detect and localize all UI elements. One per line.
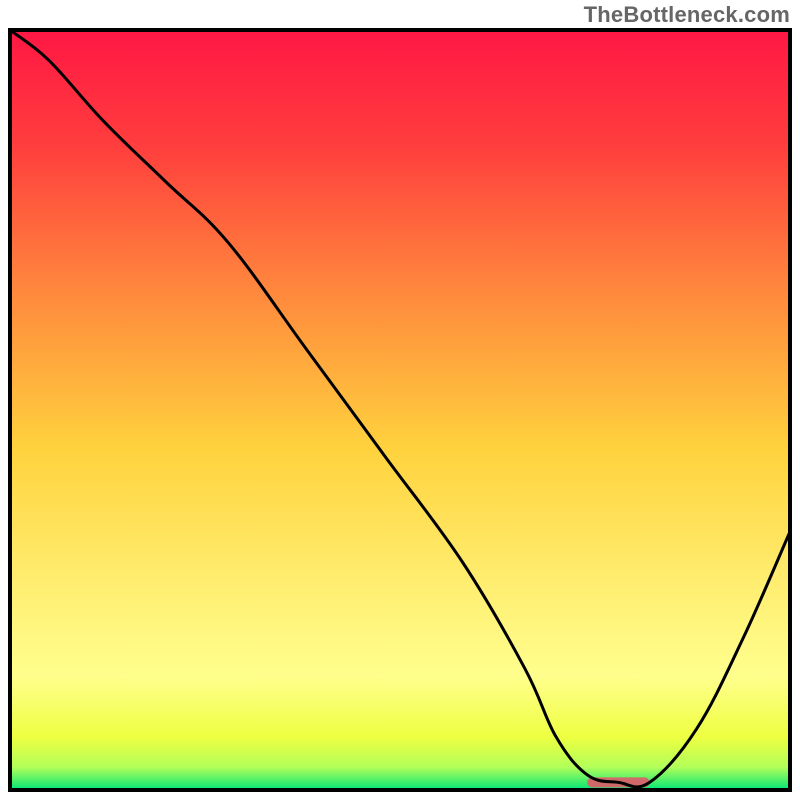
chart-svg [0, 0, 800, 800]
chart-container: TheBottleneck.com [0, 0, 800, 800]
watermark-text: TheBottleneck.com [584, 2, 790, 28]
